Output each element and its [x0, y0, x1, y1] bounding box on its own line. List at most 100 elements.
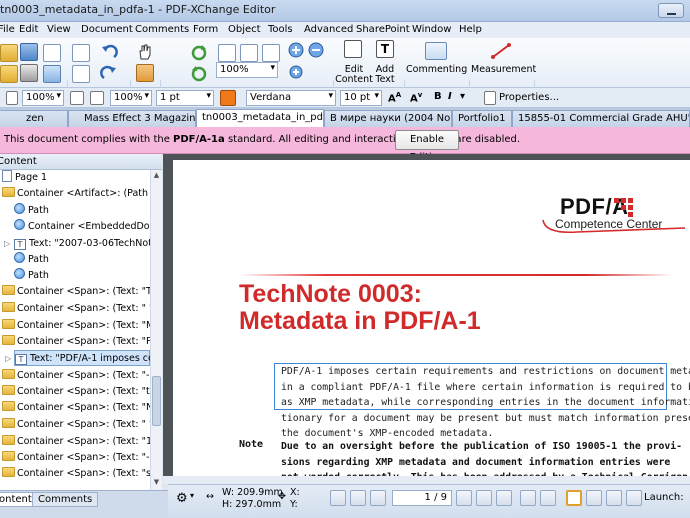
- tree-node[interactable]: Container <Span>: (Text: "PDF/A-1: [2, 334, 150, 350]
- expand-icon[interactable]: ▷: [5, 351, 11, 367]
- measurement-button[interactable]: Measurement: [471, 65, 536, 75]
- fill-color-icon[interactable]: [6, 91, 18, 105]
- tree-node[interactable]: Container <Span>: (Text: "TechNo: [2, 284, 150, 300]
- last-page-icon[interactable]: [476, 490, 492, 506]
- rotate-view-icon[interactable]: [190, 44, 208, 62]
- tree-node[interactable]: Container <Span>: (Text: "NoteDu: [2, 400, 150, 416]
- italic-icon[interactable]: I: [448, 91, 452, 102]
- zoom-out-icon[interactable]: [307, 41, 325, 59]
- properties-icon[interactable]: [72, 65, 90, 83]
- undo-icon[interactable]: [100, 44, 118, 62]
- tree-node[interactable]: Container <EmbeddedDocumen: [14, 219, 150, 235]
- menu-form[interactable]: Form: [193, 24, 218, 35]
- edit-content-icon[interactable]: [344, 40, 362, 58]
- stroke-opacity-combo[interactable]: 100%: [110, 90, 152, 106]
- expand-icon[interactable]: ▷: [4, 236, 10, 252]
- redo-icon[interactable]: [100, 65, 118, 83]
- hand-tool-icon[interactable]: [136, 43, 154, 61]
- properties-button[interactable]: Properties...: [499, 92, 559, 103]
- stroke-style-icon[interactable]: [90, 91, 104, 105]
- commenting-icon[interactable]: [425, 42, 447, 60]
- shrink-font-icon[interactable]: Av: [410, 91, 422, 104]
- tree-node[interactable]: ◢Page 1: [2, 170, 47, 186]
- stroke-color-icon[interactable]: [70, 91, 84, 105]
- tree-node[interactable]: Container <Span>: (Text: " "): [2, 301, 150, 317]
- menu-comments[interactable]: Comments: [135, 24, 189, 35]
- folder-icon[interactable]: [0, 65, 18, 83]
- tree-node[interactable]: Container <Span>: (Text: "-"): [2, 368, 150, 384]
- continuous-page-icon[interactable]: [586, 490, 602, 506]
- back-icon[interactable]: [370, 490, 386, 506]
- tree-node[interactable]: Container <Span>: (Text: " "): [2, 417, 150, 433]
- first-page-icon[interactable]: [330, 490, 346, 506]
- email-icon[interactable]: [43, 65, 61, 83]
- line-width-combo[interactable]: 1 pt: [156, 90, 214, 106]
- commenting-button[interactable]: Commenting: [406, 65, 467, 75]
- tab-v-mire-nauki[interactable]: В мире науки (2004 No.04): [324, 110, 452, 127]
- settings-gear-icon[interactable]: ⚙: [176, 491, 188, 506]
- scroll-up-icon[interactable]: ▲: [152, 171, 161, 181]
- tree-node[interactable]: ▷ TText: "2007-03-06TechNote 0003: [4, 236, 150, 252]
- menu-file[interactable]: File: [0, 24, 15, 35]
- actual-size-icon[interactable]: [218, 44, 236, 62]
- tree-node-selected[interactable]: ▷ TText: "PDF/A-1 imposes certain: [5, 350, 150, 366]
- tree-node[interactable]: Path: [14, 203, 49, 219]
- page-number-field[interactable]: 1 / 9: [392, 490, 452, 506]
- bold-icon[interactable]: B: [434, 91, 442, 102]
- menu-document[interactable]: Document: [81, 24, 133, 35]
- previous-page-icon[interactable]: [350, 490, 366, 506]
- panel-scrollbar[interactable]: ▲ ▼: [150, 170, 162, 490]
- tree-node[interactable]: Path: [14, 252, 49, 268]
- document-title[interactable]: TechNote 0003: Metadata in PDF/A-1: [239, 281, 481, 335]
- measurement-icon[interactable]: [490, 42, 512, 60]
- tab-commercial-grade[interactable]: 15855-01 Commercial Grade AHU's: [512, 110, 690, 127]
- new-document-icon[interactable]: [72, 44, 90, 62]
- menu-advanced[interactable]: Advanced: [304, 24, 353, 35]
- continuous-facing-icon[interactable]: [626, 490, 642, 506]
- more-format-icon[interactable]: ▾: [460, 91, 465, 102]
- zoom-combo[interactable]: 100%: [216, 62, 278, 78]
- menu-view[interactable]: View: [47, 24, 71, 35]
- menu-help[interactable]: Help: [459, 24, 482, 35]
- print-icon[interactable]: [20, 64, 38, 82]
- body-paragraph[interactable]: PDF/A-1 imposes certain requirements and…: [281, 364, 690, 442]
- scan-icon[interactable]: [43, 44, 61, 62]
- minimize-button[interactable]: [658, 3, 684, 18]
- tab-mass-effect[interactable]: Mass Effect 3 Magazine: [68, 110, 196, 127]
- fit-page-icon[interactable]: [240, 44, 258, 62]
- next-page-icon[interactable]: [456, 490, 472, 506]
- open-folder-icon[interactable]: [0, 44, 18, 62]
- tab-tn0003[interactable]: tn0003_metadata_in_pdfa-1 🔒: [196, 109, 324, 127]
- next-view-icon[interactable]: [540, 490, 556, 506]
- single-page-icon[interactable]: [566, 490, 582, 506]
- grow-font-icon[interactable]: AA: [388, 91, 401, 104]
- tree-node[interactable]: Path: [14, 268, 49, 284]
- tree-node[interactable]: Container <Span>: (Text: "-"): [2, 450, 150, 466]
- zoom-in-icon[interactable]: [287, 41, 305, 59]
- fill-opacity-combo[interactable]: 100%: [22, 90, 64, 106]
- forward-icon[interactable]: [496, 490, 512, 506]
- scrollbar-thumb[interactable]: [152, 376, 161, 426]
- font-name-combo[interactable]: Verdana: [246, 90, 336, 106]
- tree-node[interactable]: Container <Span>: (Text: "19005-1: [2, 434, 150, 450]
- zoom-in-small-icon[interactable]: [287, 63, 305, 81]
- pdf-page[interactable]: PDF/A Competence Center TechNote 0003: M…: [173, 160, 690, 484]
- settings-dropdown-icon[interactable]: ▾: [190, 491, 194, 500]
- rotate-icon[interactable]: [190, 65, 208, 83]
- menu-object[interactable]: Object: [228, 24, 261, 35]
- save-icon[interactable]: [20, 43, 38, 61]
- scroll-down-icon[interactable]: ▼: [152, 478, 161, 488]
- tree-node[interactable]: Container <Artifact>: (Path | Embe: [2, 186, 150, 202]
- facing-pages-icon[interactable]: [606, 490, 622, 506]
- menu-window[interactable]: Window: [412, 24, 451, 35]
- snapshot-icon[interactable]: [136, 64, 154, 82]
- previous-view-icon[interactable]: [520, 490, 536, 506]
- tab-comments[interactable]: Comments: [32, 492, 99, 507]
- tree-node[interactable]: Container <Span>: (Text: "Metadat: [2, 318, 150, 334]
- menu-sharepoint[interactable]: SharePoint: [356, 24, 410, 35]
- enable-editing-button[interactable]: Enable Editing: [395, 130, 459, 163]
- fit-width-icon[interactable]: [262, 44, 280, 62]
- tab-portfolio1[interactable]: Portfolio1: [452, 110, 512, 127]
- document-view[interactable]: PDF/A Competence Center TechNote 0003: M…: [163, 154, 690, 484]
- tab-zen[interactable]: zen: [0, 110, 68, 127]
